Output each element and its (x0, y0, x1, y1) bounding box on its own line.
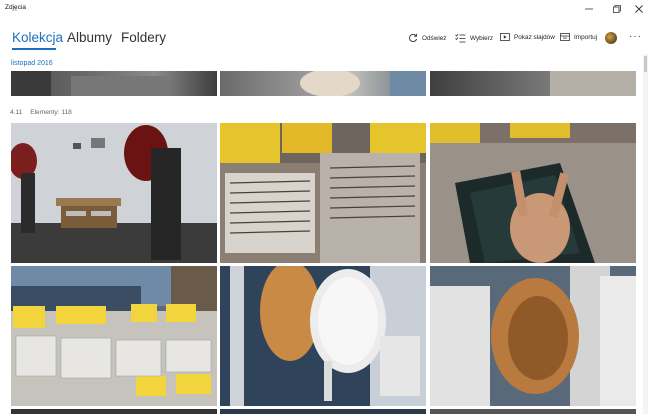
slideshow-label: Pokaz slajdów (514, 34, 555, 41)
tab-albumy[interactable]: Albumy (67, 30, 112, 45)
import-label: Importuj (574, 34, 598, 41)
audio-equipment-room (11, 123, 217, 263)
import-icon (560, 33, 570, 41)
photo-tile[interactable] (430, 71, 636, 96)
photo-tile[interactable] (11, 409, 217, 414)
partial-photo-left (11, 71, 171, 96)
slideshow-button[interactable]: Pokaz slajdów (500, 33, 555, 42)
vinyl-record-crates (220, 123, 426, 263)
photo-tile[interactable] (220, 409, 426, 414)
active-tab-indicator (12, 48, 56, 50)
close-icon (635, 4, 643, 13)
hand-with-metallica-record (430, 123, 636, 263)
title-bar: Zdjęcia (0, 0, 650, 18)
scrollbar[interactable] (643, 54, 648, 414)
select-button[interactable]: Wybierz (455, 33, 493, 43)
photo-tile[interactable] (220, 266, 426, 406)
group-count: Elementy: 118 (30, 109, 72, 116)
maximize-button[interactable] (606, 0, 628, 17)
minimize-icon (585, 8, 593, 9)
white-headphones (220, 266, 426, 406)
photo-tile[interactable] (430, 123, 636, 263)
refresh-icon (409, 33, 418, 42)
partial-photo-right (550, 71, 636, 96)
photo-tile[interactable] (430, 266, 636, 406)
select-checklist-icon (455, 33, 466, 43)
photo-tile[interactable] (11, 71, 217, 96)
import-button[interactable]: Importuj (560, 33, 597, 42)
minimize-button[interactable] (578, 0, 600, 17)
photo-tile[interactable] (11, 123, 217, 263)
tab-foldery[interactable]: Foldery (121, 30, 166, 45)
slideshow-icon (500, 33, 510, 41)
group-date[interactable]: 4.11 (10, 109, 22, 116)
photo-tile[interactable] (220, 71, 426, 96)
refresh-button[interactable]: Odśwież (408, 33, 447, 43)
partial-photo-middle (300, 71, 426, 96)
restore-icon (613, 4, 621, 13)
app-title: Zdjęcia (5, 4, 26, 11)
close-button[interactable] (628, 0, 650, 17)
refresh-label: Odśwież (422, 34, 447, 42)
photo-tile[interactable] (430, 409, 636, 414)
group-info: 4.11 Elementy: 118 (10, 109, 72, 116)
select-label: Wybierz (470, 34, 494, 42)
tab-kolekcja[interactable]: Kolekcja (12, 30, 63, 45)
headphone-earcup-closeup (430, 266, 636, 406)
photo-tile[interactable] (220, 123, 426, 263)
user-avatar[interactable] (605, 32, 617, 44)
record-fair-stalls (11, 266, 217, 406)
scrollbar-thumb[interactable] (644, 56, 647, 72)
photo-tile[interactable] (11, 266, 217, 406)
more-options-icon[interactable]: ··· (629, 31, 642, 42)
month-header[interactable]: listopad 2016 (11, 60, 53, 67)
